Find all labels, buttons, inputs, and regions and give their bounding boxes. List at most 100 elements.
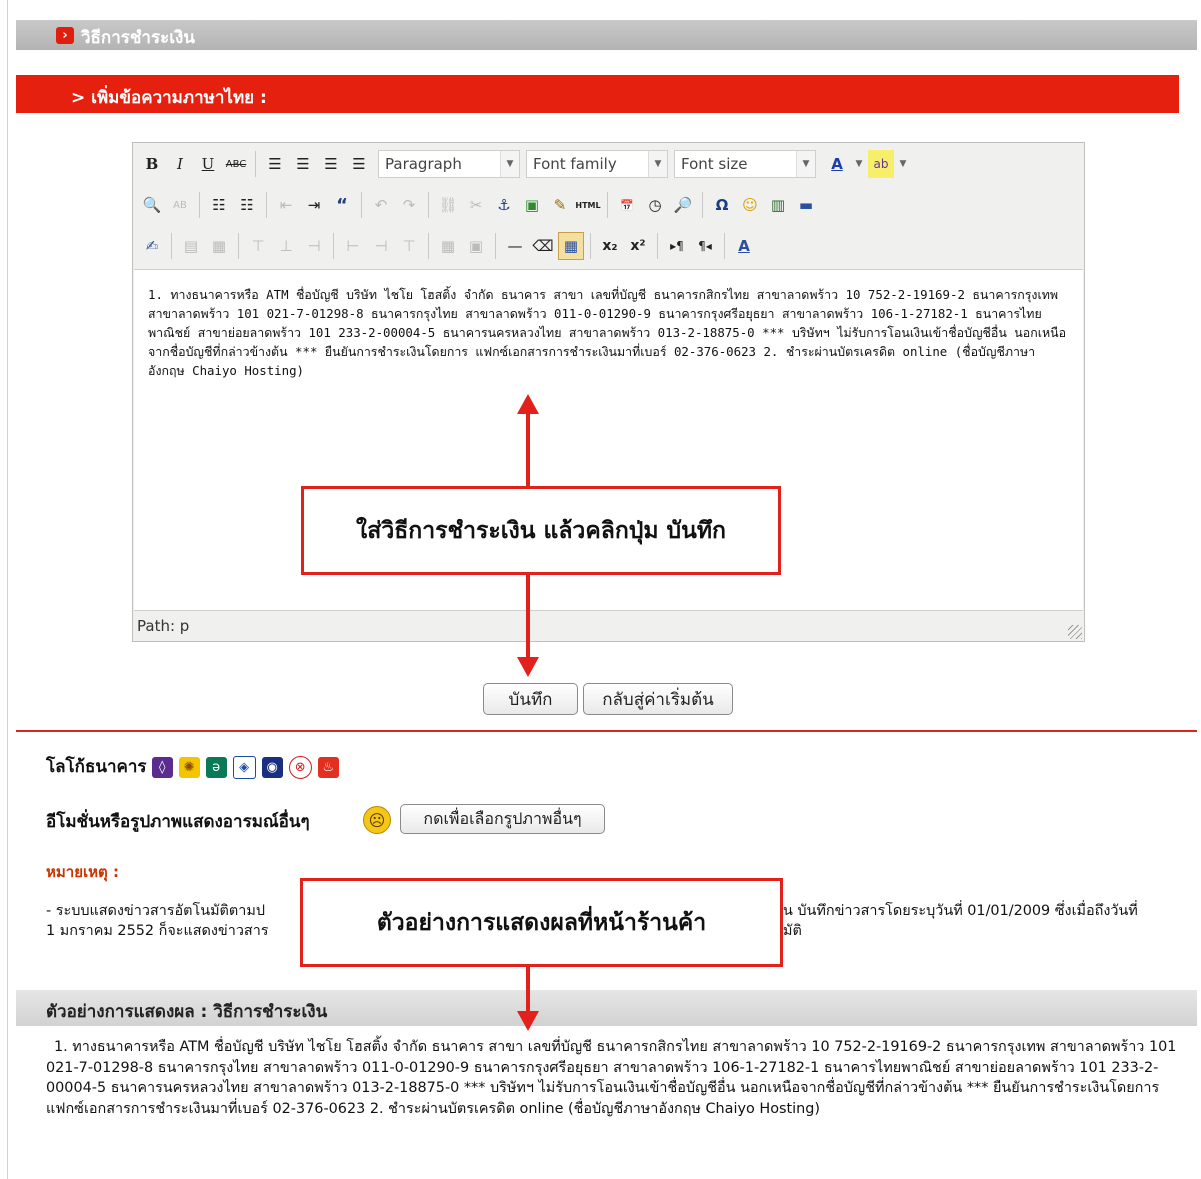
link-icon[interactable]: ⛓: [435, 191, 461, 219]
align-left-icon[interactable]: ☰: [262, 150, 288, 178]
emoticon-icon[interactable]: ☺: [737, 191, 763, 219]
cleanup-icon[interactable]: ✎: [547, 191, 573, 219]
ktb-logo-icon[interactable]: ◈: [232, 756, 256, 779]
page-border: [7, 0, 8, 1179]
editor-content-text: 1. ทางธนาคารหรือ ATM ชื่อบัญชี บริษัท ไช…: [148, 287, 1067, 378]
chevron-down-icon: ▼: [648, 151, 667, 177]
blockquote-icon[interactable]: “: [329, 191, 355, 219]
instruction-callout: ใส่วิธีการชำระเงิน แล้วคลิกปุ่ม บันทึก: [301, 486, 781, 575]
italic-icon[interactable]: I: [167, 150, 193, 178]
toolbar-separator: [333, 233, 334, 259]
toolbar-row-3: ✍ ▤ ▦ ⊤ ⊥ ⊣ ⊢ ⊣ ⊤ ▦ ▣ — ⌫ ▦ x₂ x² ▸¶ ¶◂ …: [139, 229, 757, 263]
visual-aid-icon[interactable]: ▦: [558, 232, 584, 260]
format-select[interactable]: Paragraph ▼: [378, 150, 520, 178]
subscript-icon[interactable]: x₂: [597, 232, 623, 260]
arrow-up-line: [526, 412, 530, 488]
toolbar-separator: [361, 192, 362, 218]
toolbar-separator: [495, 233, 496, 259]
bank-logos-row: โลโก้ธนาคาร ◊ ✺ ə ◈ ◉ ⊗ ♨: [46, 753, 345, 780]
numbered-list-icon[interactable]: ☷: [234, 191, 260, 219]
tmb-logo-icon[interactable]: ⊗: [288, 756, 312, 779]
preview-callout: ตัวอย่างการแสดงผลที่หน้าร้านค้า: [300, 878, 783, 967]
edit-css-icon[interactable]: ✍: [139, 232, 165, 260]
replace-icon[interactable]: AB: [167, 191, 193, 219]
insert-date-icon[interactable]: 📅: [614, 191, 640, 219]
superscript-icon[interactable]: x²: [625, 232, 651, 260]
ltr-icon[interactable]: ▸¶: [664, 232, 690, 260]
preview-text: 1. ทางธนาคารหรือ ATM ชื่อบัญชี บริษัท ไช…: [46, 1039, 1177, 1117]
font-family-select-value: Font family: [533, 155, 617, 173]
split-cells-icon[interactable]: ▦: [435, 232, 461, 260]
underline-icon[interactable]: U: [195, 150, 221, 178]
preview-header: ตัวอย่างการแสดงผล : วิธีการชำระเงิน: [16, 990, 1197, 1026]
scb-logo-icon[interactable]: ◊: [151, 757, 173, 778]
preview-title: ตัวอย่างการแสดงผล : วิธีการชำระเงิน: [46, 1002, 328, 1022]
bbl-logo-icon[interactable]: ◉: [261, 757, 283, 778]
insert-hr-icon[interactable]: —: [502, 232, 528, 260]
editor-path: Path: p: [137, 617, 190, 635]
unlink-icon[interactable]: ✂: [463, 191, 489, 219]
merge-cells-icon[interactable]: ▣: [463, 232, 489, 260]
krungsri-logo-icon[interactable]: ✺: [178, 757, 200, 778]
save-button[interactable]: บันทึก: [483, 683, 578, 715]
arrow-up-icon: [517, 394, 539, 414]
bullet-list-icon[interactable]: ☷: [206, 191, 232, 219]
toolbar-separator: [238, 233, 239, 259]
delete-col-icon[interactable]: ⊤: [396, 232, 422, 260]
delete-row-icon[interactable]: ⊣: [301, 232, 327, 260]
insert-col-before-icon[interactable]: ⊢: [340, 232, 366, 260]
horizontal-rule-icon[interactable]: ▬: [793, 191, 819, 219]
insert-row-after-icon[interactable]: ⊥: [273, 232, 299, 260]
header-bullet-icon: ›: [56, 27, 74, 44]
align-center-icon[interactable]: ☰: [290, 150, 316, 178]
indent-icon[interactable]: ⇥: [301, 191, 327, 219]
chevron-down-icon[interactable]: ▼: [896, 150, 910, 178]
highlight-color-icon[interactable]: ab: [868, 150, 894, 178]
insert-row-before-icon[interactable]: ⊤: [245, 232, 271, 260]
kbank-logo-icon[interactable]: ə: [205, 757, 227, 778]
text-color-icon[interactable]: A: [824, 150, 850, 178]
find-icon[interactable]: 🔍: [139, 191, 165, 219]
anchor-icon[interactable]: ⚓: [491, 191, 517, 219]
font-family-select[interactable]: Font family ▼: [526, 150, 668, 178]
bold-icon[interactable]: B: [139, 150, 165, 178]
outdent-icon[interactable]: ⇤: [273, 191, 299, 219]
section-title: > เพิ่มข้อความภาษาไทย :: [71, 88, 267, 108]
align-right-icon[interactable]: ☰: [318, 150, 344, 178]
sad-face-icon[interactable]: ☹: [363, 806, 391, 834]
insert-col-after-icon[interactable]: ⊣: [368, 232, 394, 260]
toolbar-separator: [724, 233, 725, 259]
table-cell-props-icon[interactable]: ▦: [206, 232, 232, 260]
align-justify-icon[interactable]: ☰: [346, 150, 372, 178]
arrow-down-line: [526, 967, 530, 1013]
undo-icon[interactable]: ↶: [368, 191, 394, 219]
redo-icon[interactable]: ↷: [396, 191, 422, 219]
preview-icon[interactable]: 🔎: [670, 191, 696, 219]
toolbar-separator: [199, 192, 200, 218]
toolbar-separator: [428, 233, 429, 259]
choose-emoticon-button[interactable]: กดเพื่อเลือกรูปภาพอื่นๆ: [400, 804, 605, 834]
toolbar-separator: [702, 192, 703, 218]
reset-button[interactable]: กลับสู่ค่าเริ่มต้น: [583, 683, 733, 715]
strikethrough-icon[interactable]: ABC: [223, 150, 249, 178]
chevron-down-icon[interactable]: ▼: [852, 150, 866, 178]
gsb-logo-icon[interactable]: ♨: [317, 757, 339, 778]
page-header: › วิธีการชำระเงิน: [16, 20, 1197, 50]
remove-format-icon[interactable]: ⌫: [530, 232, 556, 260]
toolbar-separator: [607, 192, 608, 218]
note-line-2-left: 1 มกราคม 2552 ก็จะแสดงข่าวสาร: [46, 923, 269, 939]
arrow-down-line: [526, 575, 530, 659]
arrow-down-icon: [517, 1011, 539, 1031]
image-icon[interactable]: ▣: [519, 191, 545, 219]
toolbar-separator: [171, 233, 172, 259]
insert-time-icon[interactable]: ◷: [642, 191, 668, 219]
html-icon[interactable]: HTML: [575, 191, 601, 219]
rtl-icon[interactable]: ¶◂: [692, 232, 718, 260]
format-select-value: Paragraph: [385, 155, 462, 173]
media-icon[interactable]: ▥: [765, 191, 791, 219]
special-char-icon[interactable]: Ω: [709, 191, 735, 219]
font-size-select[interactable]: Font size ▼: [674, 150, 816, 178]
table-row-props-icon[interactable]: ▤: [178, 232, 204, 260]
styles-icon[interactable]: A: [731, 232, 757, 260]
resize-grip-icon[interactable]: [1068, 625, 1082, 639]
